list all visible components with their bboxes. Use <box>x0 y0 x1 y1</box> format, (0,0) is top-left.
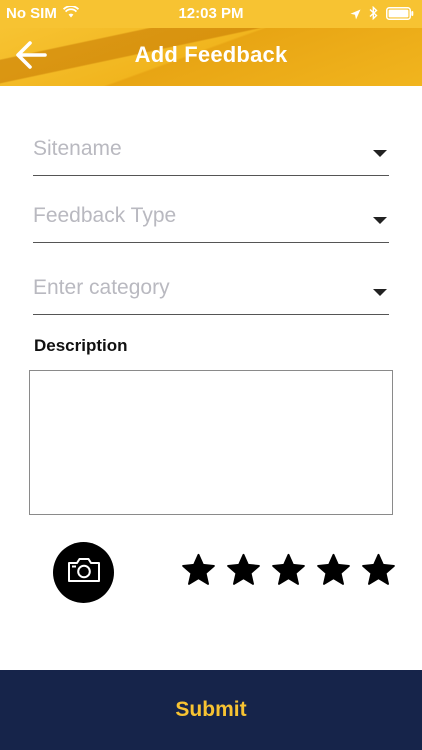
location-arrow-icon <box>350 7 361 24</box>
sitename-placeholder: Sitename <box>33 137 122 160</box>
description-label: Description <box>34 336 128 355</box>
feedback-type-dropdown[interactable]: Feedback Type <box>33 199 389 243</box>
category-placeholder: Enter category <box>33 276 170 299</box>
star-icon[interactable] <box>180 552 217 589</box>
submit-label: Submit <box>175 698 247 721</box>
description-input[interactable] <box>29 370 393 515</box>
camera-icon <box>66 556 102 589</box>
star-icon[interactable] <box>315 552 352 589</box>
caret-down-icon <box>373 150 387 157</box>
category-dropdown[interactable]: Enter category <box>33 271 389 315</box>
submit-button[interactable]: Submit <box>0 670 422 750</box>
star-rating <box>180 552 397 589</box>
feedback-type-placeholder: Feedback Type <box>33 204 177 227</box>
status-bar: No SIM 12:03 PM <box>0 0 422 28</box>
star-icon[interactable] <box>270 552 307 589</box>
bluetooth-icon <box>369 5 378 24</box>
caret-down-icon <box>373 289 387 296</box>
star-icon[interactable] <box>360 552 397 589</box>
status-right <box>350 5 414 24</box>
caret-down-icon <box>373 217 387 224</box>
sitename-dropdown[interactable]: Sitename <box>33 132 389 176</box>
star-icon[interactable] <box>225 552 262 589</box>
battery-icon <box>386 6 414 24</box>
camera-button[interactable] <box>53 542 114 603</box>
page-title: Add Feedback <box>134 42 288 67</box>
app-header: Add Feedback <box>0 28 422 86</box>
